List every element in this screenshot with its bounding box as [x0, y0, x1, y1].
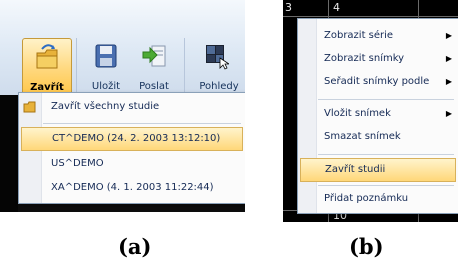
- close-study-button[interactable]: Zavřít: [22, 38, 72, 98]
- menu-item-label: Zobrazit snímky: [324, 53, 405, 64]
- menu-item-sort-images[interactable]: Seřadit snímky podle ▶: [298, 71, 458, 93]
- close-study-dropdown: Zavřít všechny studie CT^DEMO (24. 2. 20…: [18, 92, 245, 204]
- views-label: Pohledy: [199, 81, 239, 92]
- menu-separator: [318, 154, 454, 155]
- menu-item-study-us-demo[interactable]: US^DEMO: [19, 153, 245, 175]
- menu-item-add-note[interactable]: Přidat poznámku: [298, 188, 458, 210]
- submenu-arrow-icon: ▶: [445, 54, 452, 63]
- menu-item-label: Zobrazit série: [324, 30, 394, 41]
- menu-separator: [318, 99, 454, 100]
- send-arrow-icon: [142, 45, 166, 67]
- viewer-context-menu: Zobrazit série ▶ Zobrazit snímky ▶ Seřad…: [297, 18, 458, 214]
- folder-close-icon: [36, 44, 58, 69]
- viewer-background: [0, 95, 18, 212]
- panel-a-screenshot: Zavřít Uložit Poslat Pohledy Zavřít všec…: [0, 0, 245, 212]
- viewport-divider: [283, 16, 458, 17]
- menu-item-close-all-studies[interactable]: Zavřít všechny studie: [19, 96, 245, 118]
- menu-item-show-series[interactable]: Zobrazit série ▶: [298, 25, 458, 47]
- views-button[interactable]: Pohledy: [192, 38, 245, 96]
- save-button[interactable]: Uložit: [82, 38, 130, 96]
- panel-b-screenshot: 3 4 10 Zobrazit série ▶ Zobrazit snímky …: [283, 0, 458, 222]
- menu-item-close-study[interactable]: Zavřít studii: [300, 158, 456, 182]
- caption-a: (a): [118, 234, 152, 259]
- menu-item-label: Zavřít všechny studie: [51, 101, 160, 112]
- menu-item-label: Vložit snímek: [324, 108, 391, 119]
- grid-views-icon: [206, 45, 229, 70]
- menu-item-show-images[interactable]: Zobrazit snímky ▶: [298, 48, 458, 70]
- menu-item-insert-image[interactable]: Vložit snímek ▶: [298, 103, 458, 125]
- menu-item-label: XA^DEMO (4. 1. 2003 11:22:44): [51, 182, 214, 193]
- send-label: Poslat: [139, 81, 169, 92]
- toolbar-separator: [76, 38, 77, 94]
- caption-b: (b): [349, 234, 384, 259]
- menu-item-label: Seřadit snímky podle: [324, 76, 430, 87]
- viewport-number: 3: [285, 1, 292, 14]
- save-label: Uložit: [91, 81, 121, 92]
- floppy-disk-icon: [95, 44, 117, 68]
- menu-item-label: Smazat snímek: [324, 131, 401, 142]
- send-button[interactable]: Poslat: [130, 38, 178, 96]
- menu-item-label: Zavřít studii: [325, 164, 386, 175]
- menu-separator: [318, 185, 454, 186]
- menu-item-label: CT^DEMO (24. 2. 2003 13:12:10): [52, 133, 221, 144]
- ribbon-toolbar: Zavřít Uložit Poslat Pohledy: [0, 0, 245, 98]
- folder-icon: [23, 101, 36, 113]
- submenu-arrow-icon: ▶: [445, 109, 452, 118]
- menu-item-study-ct-demo[interactable]: CT^DEMO (24. 2. 2003 13:12:10): [21, 127, 243, 151]
- menu-item-label: US^DEMO: [51, 158, 104, 169]
- submenu-arrow-icon: ▶: [445, 31, 452, 40]
- menu-separator: [43, 123, 241, 124]
- menu-item-delete-image[interactable]: Smazat snímek: [298, 126, 458, 148]
- toolbar-separator: [184, 38, 185, 94]
- submenu-arrow-icon: ▶: [445, 77, 452, 86]
- menu-item-study-xa-demo[interactable]: XA^DEMO (4. 1. 2003 11:22:44): [19, 177, 245, 199]
- viewport-number: 4: [333, 1, 340, 14]
- menu-item-label: Přidat poznámku: [324, 193, 409, 204]
